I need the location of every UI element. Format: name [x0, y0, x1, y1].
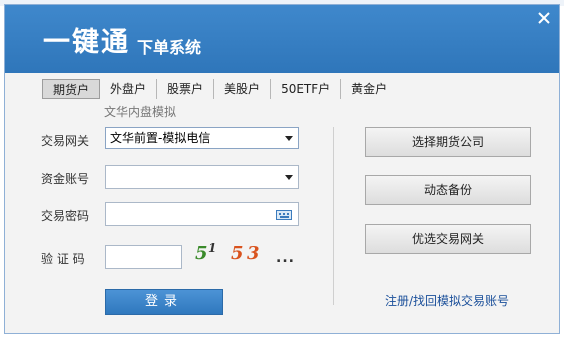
tab-stocks[interactable]: 股票户	[157, 79, 215, 99]
dynamic-backup-button[interactable]: 动态备份	[365, 175, 531, 205]
server-hint: 文华内盘模拟	[104, 105, 177, 119]
preferred-gateway-button[interactable]: 优选交易网关	[365, 224, 531, 254]
chevron-down-icon	[285, 175, 293, 180]
password-label: 交易密码	[41, 209, 90, 223]
select-company-button[interactable]: 选择期货公司	[365, 127, 531, 157]
login-button[interactable]: 登录	[105, 289, 223, 315]
captcha-label: 验 证 码	[41, 252, 85, 266]
vertical-divider	[333, 127, 334, 305]
brand-subtitle: 下单系统	[137, 38, 202, 57]
account-select[interactable]	[105, 165, 299, 189]
tab-50etf[interactable]: 50ETF户	[271, 79, 342, 99]
tab-futures[interactable]: 期货户	[42, 79, 101, 99]
account-type-tabs: 期货户 外盘户 股票户 美股户 50ETF户 黄金户	[42, 79, 397, 99]
tab-us-stocks[interactable]: 美股户	[214, 79, 272, 99]
captcha-image[interactable]: 5 1 5 3	[193, 239, 267, 265]
register-link[interactable]: 注册/找回模拟交易账号	[385, 293, 509, 309]
gateway-value: 文华前置-模拟电信	[110, 131, 211, 145]
tab-foreign[interactable]: 外盘户	[100, 79, 158, 99]
gateway-label: 交易网关	[41, 134, 90, 148]
captcha-field[interactable]	[105, 245, 182, 269]
refresh-captcha-button[interactable]: ...	[276, 251, 295, 265]
password-field[interactable]	[105, 202, 299, 226]
account-label: 资金账号	[41, 172, 90, 186]
chevron-down-icon	[285, 136, 293, 141]
login-dialog: 一键通 下单系统 期货户 外盘户 股票户 美股户 50ETF户 黄金户 文华内盘…	[4, 4, 560, 334]
tab-gold[interactable]: 黄金户	[341, 79, 397, 99]
close-icon[interactable]	[537, 11, 551, 25]
keyboard-icon[interactable]	[276, 210, 292, 220]
gateway-select[interactable]: 文华前置-模拟电信	[105, 127, 299, 149]
brand-title: 一键通	[43, 27, 130, 58]
dialog-header: 一键通 下单系统	[5, 5, 559, 73]
